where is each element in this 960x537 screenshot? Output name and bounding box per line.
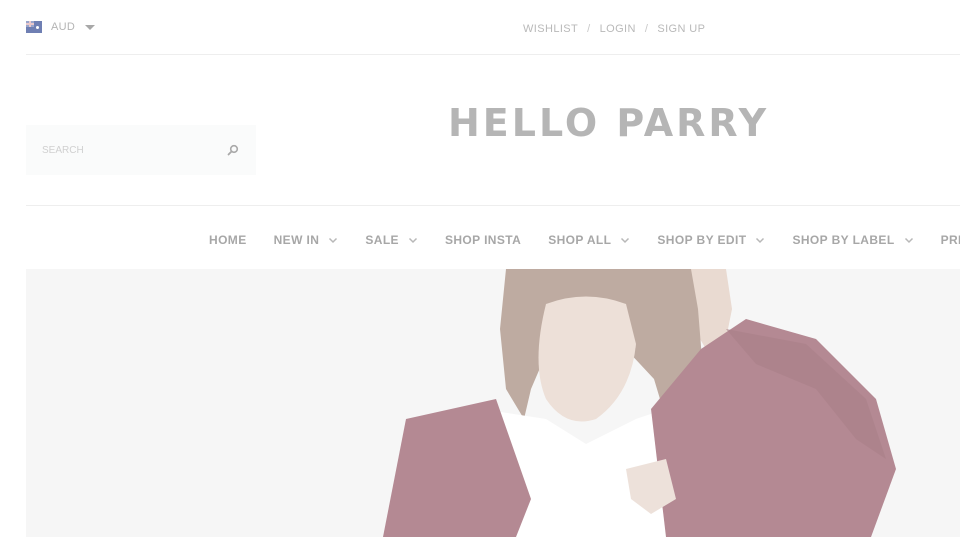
nav-item-shop-insta[interactable]: SHOP INSTA (445, 233, 521, 247)
top-bar: AUD WISHLIST / LOGIN / SIGN UP (26, 0, 960, 55)
nav-item-label: PRESS (940, 233, 960, 247)
caret-down-icon (85, 24, 96, 30)
nav-item-label: SHOP BY EDIT (657, 233, 747, 247)
chevron-down-icon (621, 237, 630, 243)
wishlist-link[interactable]: WISHLIST (523, 23, 578, 35)
nav-item-label: SHOP ALL (548, 233, 612, 247)
nav-item-label: SHOP INSTA (444, 233, 522, 247)
link-separator: / (587, 23, 591, 35)
hero-banner[interactable] (26, 269, 960, 537)
chevron-down-icon (408, 237, 417, 243)
account-links: WISHLIST / LOGIN / SIGN UP (523, 23, 705, 35)
australia-flag-icon (26, 21, 42, 33)
chevron-down-icon (756, 237, 765, 243)
nav-list: HOME NEW IN SALE SHOP INSTA SHOP ALL SHOP BY … (209, 233, 960, 247)
link-separator: / (644, 23, 649, 35)
nav-item-home[interactable]: HOME (209, 233, 247, 247)
header: HELLO PARRY (26, 55, 960, 206)
search-input[interactable] (42, 142, 212, 158)
hero-image (26, 269, 960, 537)
site-logo[interactable]: HELLO PARRY (448, 101, 769, 145)
nav-item-new-in[interactable]: NEW IN (274, 233, 339, 247)
nav-item-sale[interactable]: SALE (365, 233, 418, 247)
nav-item-press[interactable]: PRESS (941, 233, 960, 247)
currency-code: AUD (51, 21, 76, 33)
signup-link[interactable]: SIGN UP (657, 23, 705, 35)
chevron-down-icon (904, 237, 913, 243)
nav-item-shop-by-edit[interactable]: SHOP BY EDIT (657, 233, 765, 247)
search-form (26, 125, 256, 175)
nav-item-label: NEW IN (273, 233, 320, 247)
nav-item-label: HOME (209, 233, 247, 247)
login-link[interactable]: LOGIN (600, 23, 636, 35)
nav-item-label: SALE (365, 233, 399, 247)
nav-item-shop-all[interactable]: SHOP ALL (548, 233, 630, 247)
nav-item-shop-by-label[interactable]: SHOP BY LABEL (792, 233, 913, 247)
main-nav: HOME NEW IN SALE SHOP INSTA SHOP ALL SHOP BY … (26, 206, 960, 269)
currency-selector[interactable]: AUD (26, 21, 96, 33)
nav-item-label: SHOP BY LABEL (792, 233, 895, 247)
search-icon[interactable] (222, 139, 244, 161)
chevron-down-icon (329, 237, 338, 243)
